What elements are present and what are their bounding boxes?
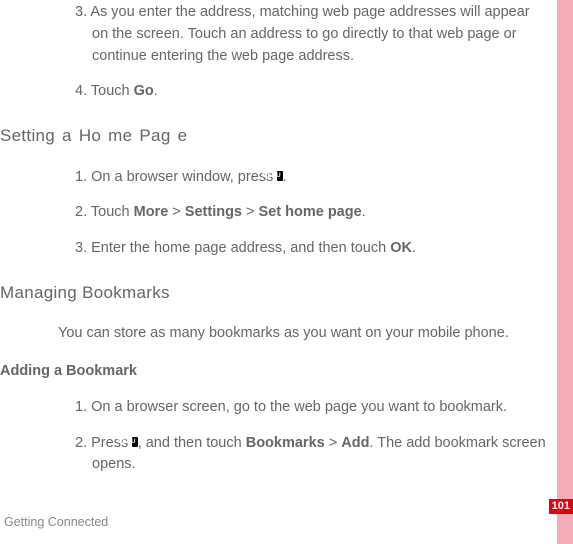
body-bookmarks: You can store as many bookmarks as you w…: [58, 323, 547, 345]
step-prefix: Touch: [91, 204, 134, 220]
bookmark-step-2: 2. Press MENU, and then touch Bookmarks …: [75, 433, 547, 477]
home-step-3: 3. Enter the home page address, and then…: [75, 238, 547, 260]
step-suffix: .: [412, 240, 416, 256]
bold-settings: Settings: [185, 204, 242, 220]
footer-text: Getting Connected: [4, 513, 108, 532]
bold-add: Add: [341, 435, 369, 451]
step-text-prefix: Touch: [91, 83, 134, 99]
bold-ok: OK: [390, 240, 412, 256]
step-suffix: .: [154, 83, 158, 99]
bold-sethome: Set home page: [259, 204, 362, 220]
page-number-badge: 101: [549, 499, 573, 514]
bookmark-step-1: 1. On a browser screen, go to the web pa…: [75, 397, 547, 419]
gt: >: [325, 435, 342, 451]
step-bold: Go: [134, 83, 154, 99]
step-number: 3.: [75, 240, 87, 256]
heading-bookmarks: Managing Bookmarks: [0, 280, 547, 306]
menu-icon: MENU: [277, 171, 282, 181]
step-text: On a browser screen, go to the web page …: [91, 399, 507, 415]
gt2: >: [242, 204, 259, 220]
step-text: As you enter the address, matching web p…: [90, 4, 529, 64]
home-step-2: 2. Touch More > Settings > Set home page…: [75, 202, 547, 224]
step-number: 2.: [75, 435, 87, 451]
step-prefix: On a browser window, press: [91, 169, 277, 185]
subheading-add-bookmark: Adding a Bookmark: [0, 361, 547, 383]
step-number: 2.: [75, 204, 87, 220]
home-step-1: 1. On a browser window, press MENU.: [75, 167, 547, 189]
step-suffix: .: [283, 169, 287, 185]
step-number: 3.: [75, 4, 87, 20]
step-number: 1.: [75, 169, 87, 185]
step-number: 1.: [75, 399, 87, 415]
step-3: 3. As you enter the address, matching we…: [75, 2, 547, 67]
gt1: >: [168, 204, 185, 220]
step-number: 4.: [75, 83, 87, 99]
step-suffix: .: [362, 204, 366, 220]
page-content: 3. As you enter the address, matching we…: [0, 0, 573, 476]
heading-setting-home: Setting a Ho me Pag e: [0, 123, 547, 149]
sidebar-tab: [557, 0, 573, 544]
bold-bookmarks: Bookmarks: [246, 435, 325, 451]
step-prefix: Enter the home page address, and then to…: [91, 240, 390, 256]
step-mid: , and then touch: [138, 435, 246, 451]
bold-more: More: [134, 204, 169, 220]
menu-icon: MENU: [132, 437, 137, 447]
step-4: 4. Touch Go.: [75, 81, 547, 103]
